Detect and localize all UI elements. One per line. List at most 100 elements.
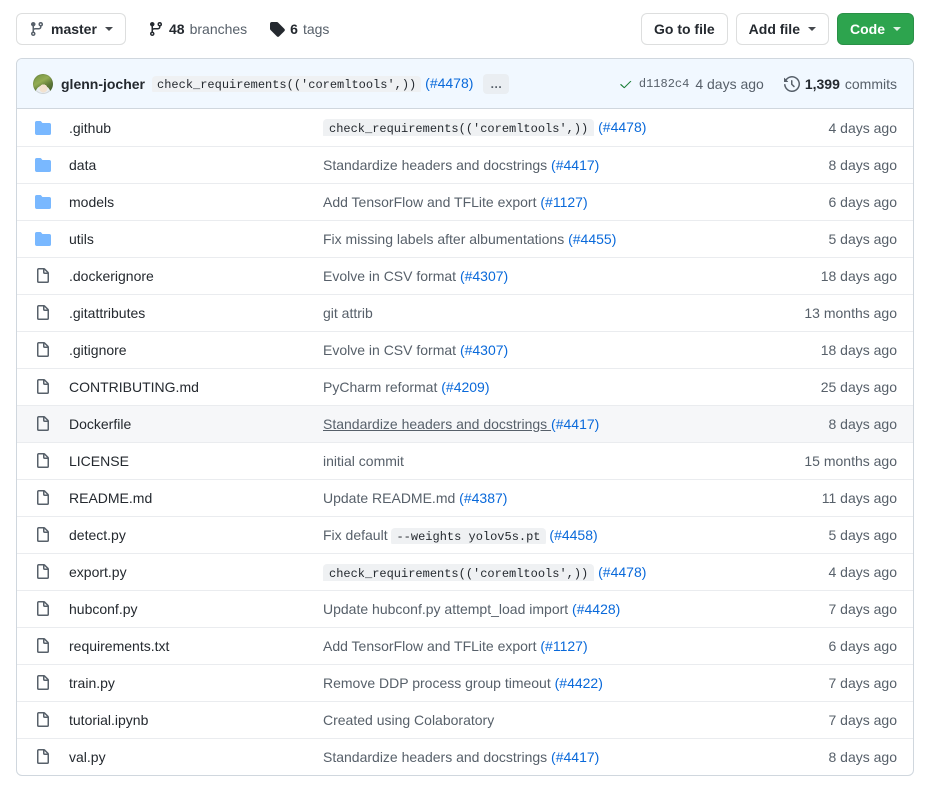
pull-request-link[interactable]: (#4417) <box>551 157 599 173</box>
table-row[interactable]: .github check_requirements(('coremltools'… <box>17 109 913 146</box>
commit-message-link[interactable]: Fix default --weights yolov5s.pt <box>323 527 546 544</box>
branches-count-link[interactable]: 48 branches <box>148 21 247 37</box>
commit-message-cell: Evolve in CSV format (#4307) <box>323 342 757 358</box>
table-row[interactable]: Dockerfile Standardize headers and docstr… <box>17 405 913 442</box>
pull-request-link[interactable]: (#4417) <box>551 416 599 432</box>
file-link[interactable]: train.py <box>69 675 115 691</box>
commit-message-link[interactable]: check_requirements(('coremltools',)) <box>323 119 595 136</box>
commit-message-link[interactable]: Created using Colaboratory <box>323 712 494 728</box>
pull-request-link[interactable]: (#1127) <box>540 638 587 654</box>
file-icon <box>33 601 61 617</box>
table-row[interactable]: data Standardize headers and docstrings (… <box>17 146 913 183</box>
pull-request-link[interactable]: (#4478) <box>598 564 646 580</box>
commit-message-link[interactable]: Remove DDP process group timeout <box>323 675 555 691</box>
commit-time-cell: 7 days ago <box>828 601 898 617</box>
table-row[interactable]: requirements.txt Add TensorFlow and TFLit… <box>17 627 913 664</box>
commit-message-link[interactable]: Fix missing labels after albumentations <box>323 231 568 247</box>
commit-message-link[interactable]: Evolve in CSV format <box>323 342 460 358</box>
pull-request-link[interactable]: (#4455) <box>568 231 616 247</box>
table-row[interactable]: detect.py Fix default --weights yolov5s.p… <box>17 516 913 553</box>
chevron-down-icon <box>893 27 901 31</box>
file-link[interactable]: CONTRIBUTING.md <box>69 379 199 395</box>
table-row[interactable]: export.py check_requirements(('coremltool… <box>17 553 913 590</box>
file-icon <box>33 749 61 765</box>
file-link[interactable]: detect.py <box>69 527 126 543</box>
commit-message-cell: Fix default --weights yolov5s.pt (#4458) <box>323 527 757 544</box>
file-link[interactable]: .gitignore <box>69 342 127 358</box>
pull-request-link[interactable]: (#1127) <box>540 194 587 210</box>
pull-request-link[interactable]: (#4458) <box>549 527 597 543</box>
add-file-label: Add file <box>748 21 800 37</box>
commit-pr-link[interactable]: (#4478) <box>425 75 473 91</box>
file-link[interactable]: hubconf.py <box>69 601 138 617</box>
commit-message-link[interactable]: PyCharm reformat <box>323 379 441 395</box>
tags-count-link[interactable]: 6 tags <box>269 21 329 37</box>
commit-message-link[interactable]: check_requirements(('coremltools',)) <box>323 563 595 581</box>
go-to-file-button[interactable]: Go to file <box>640 13 728 45</box>
file-link[interactable]: LICENSE <box>69 453 129 469</box>
file-name-cell: .github <box>61 120 323 136</box>
folder-link[interactable]: models <box>69 194 114 210</box>
pull-request-link[interactable]: (#4209) <box>441 379 489 395</box>
pull-request-link[interactable]: (#4478) <box>598 119 646 135</box>
commit-time-cell: 8 days ago <box>828 749 898 765</box>
pull-request-link[interactable]: (#4422) <box>555 675 603 691</box>
file-link[interactable]: tutorial.ipynb <box>69 712 148 728</box>
commit-message-link[interactable]: Standardize headers and docstrings <box>323 416 551 432</box>
folder-link[interactable]: data <box>69 157 96 173</box>
branch-selector-button[interactable]: master <box>16 13 126 45</box>
pull-request-link[interactable]: (#4428) <box>572 601 620 617</box>
file-icon <box>33 379 61 395</box>
commit-message-link[interactable]: Add TensorFlow and TFLite export <box>323 194 540 210</box>
table-row[interactable]: hubconf.py Update hubconf.py attempt_load… <box>17 590 913 627</box>
commit-message-link[interactable]: Add TensorFlow and TFLite export <box>323 638 540 654</box>
table-row[interactable]: tutorial.ipynb Created using Colaboratory… <box>17 701 913 738</box>
inline-code: --weights yolov5s.pt <box>391 527 546 544</box>
folder-link[interactable]: .github <box>69 120 111 136</box>
commit-message-link[interactable]: Standardize headers and docstrings <box>323 157 551 173</box>
commit-message-link[interactable]: initial commit <box>323 453 404 469</box>
add-file-button[interactable]: Add file <box>735 13 829 45</box>
table-row[interactable]: LICENSE initial commit 15 months ago <box>17 442 913 479</box>
file-icon <box>33 675 61 691</box>
table-row[interactable]: .dockerignore Evolve in CSV format (#4307… <box>17 257 913 294</box>
table-row[interactable]: val.py Standardize headers and docstrings… <box>17 738 913 775</box>
pull-request-link[interactable]: (#4417) <box>551 749 599 765</box>
commit-message-link[interactable]: check_requirements(('coremltools',)) (#4… <box>152 75 473 92</box>
commit-sha-link[interactable]: d1182c4 <box>639 77 689 91</box>
table-row[interactable]: train.py Remove DDP process group timeout… <box>17 664 913 701</box>
commit-author-link[interactable]: glenn-jocher <box>61 76 145 92</box>
table-row[interactable]: models Add TensorFlow and TFLite export (… <box>17 183 913 220</box>
commit-message-link[interactable]: git attrib <box>323 305 373 321</box>
table-row[interactable]: README.md Update README.md (#4387) 11 days… <box>17 479 913 516</box>
folder-icon <box>33 231 61 247</box>
commit-message-cell: git attrib <box>323 305 757 321</box>
commits-count-link[interactable]: 1,399 commits <box>783 76 897 92</box>
commit-description-toggle-button[interactable]: ... <box>483 73 510 94</box>
file-link[interactable]: requirements.txt <box>69 638 169 654</box>
file-link[interactable]: Dockerfile <box>69 416 131 432</box>
commit-message-cell: Fix missing labels after albumentations … <box>323 231 757 247</box>
check-icon[interactable] <box>619 77 633 91</box>
commit-message-link[interactable]: Update hubconf.py attempt_load import <box>323 601 572 617</box>
file-link[interactable]: .gitattributes <box>69 305 145 321</box>
folder-link[interactable]: utils <box>69 231 94 247</box>
commit-message-link[interactable]: Update README.md <box>323 490 459 506</box>
file-link[interactable]: .dockerignore <box>69 268 154 284</box>
file-name-cell: val.py <box>61 749 323 765</box>
table-row[interactable]: CONTRIBUTING.md PyCharm reformat (#4209) 2… <box>17 368 913 405</box>
file-link[interactable]: val.py <box>69 749 106 765</box>
code-button[interactable]: Code <box>837 13 914 45</box>
commit-message-link[interactable]: Evolve in CSV format <box>323 268 460 284</box>
table-row[interactable]: utils Fix missing labels after albumentat… <box>17 220 913 257</box>
table-row[interactable]: .gitattributes git attrib 13 months ago <box>17 294 913 331</box>
file-link[interactable]: README.md <box>69 490 152 506</box>
pull-request-link[interactable]: (#4307) <box>460 268 508 284</box>
pull-request-link[interactable]: (#4307) <box>460 342 508 358</box>
pull-request-link[interactable]: (#4387) <box>459 490 507 506</box>
file-link[interactable]: export.py <box>69 564 127 580</box>
code-label: Code <box>850 21 885 37</box>
table-row[interactable]: .gitignore Evolve in CSV format (#4307) 18… <box>17 331 913 368</box>
commit-time-cell: 5 days ago <box>828 231 898 247</box>
commit-message-link[interactable]: Standardize headers and docstrings <box>323 749 551 765</box>
